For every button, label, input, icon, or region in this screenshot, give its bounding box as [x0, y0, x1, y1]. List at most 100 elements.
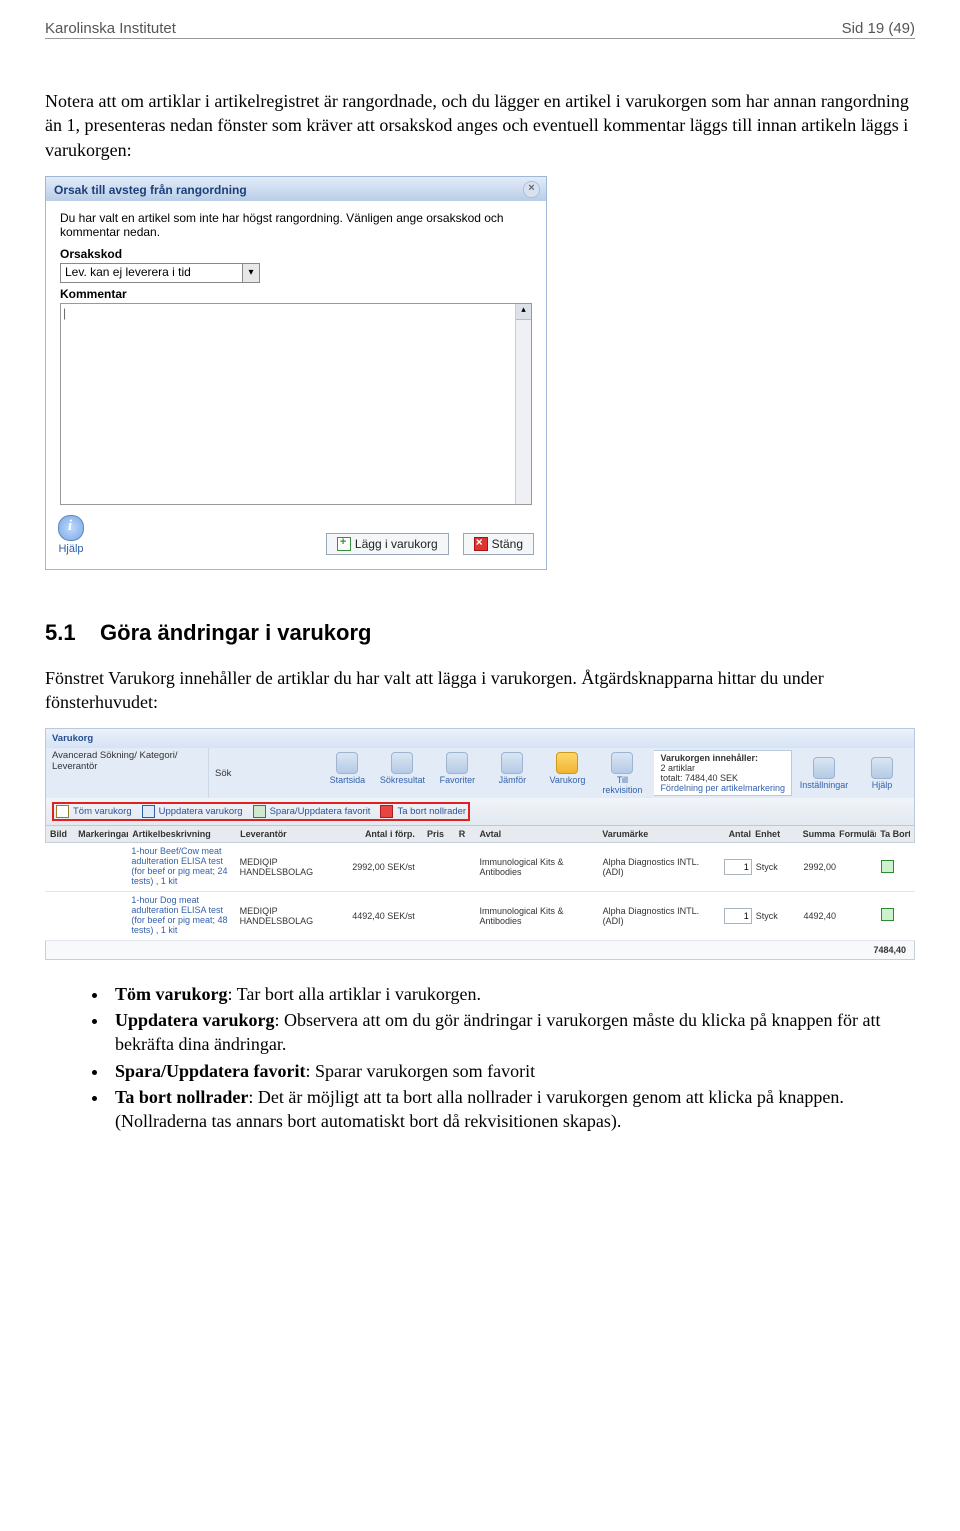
- bc-item[interactable]: Avancerad Sökning: [52, 750, 134, 761]
- nav-favoriter[interactable]: Favoriter: [431, 752, 483, 795]
- nav-icon: [556, 752, 578, 774]
- table-row: 1-hour Beef/Cow meatadulteration ELISA t…: [45, 843, 915, 892]
- nav-installningar[interactable]: Inställningar: [798, 757, 850, 790]
- x-icon: [474, 537, 488, 551]
- refresh-icon: [253, 805, 266, 818]
- dialog-title: Orsak till avsteg från rangordning: [54, 183, 247, 197]
- scroll-up-icon[interactable]: ▴: [516, 304, 531, 320]
- info-icon: [871, 757, 893, 779]
- delete-row-icon[interactable]: [881, 860, 894, 873]
- action-tom[interactable]: Töm varukorg: [56, 805, 132, 818]
- col-form: Formulär: [839, 829, 876, 839]
- cell-af: 2992,00 SEK/st: [350, 862, 423, 872]
- cell-artikel[interactable]: 1-hour Beef/Cow meatadulteration ELISA t…: [131, 847, 235, 887]
- nav-varukorg[interactable]: Varukorg: [541, 752, 593, 795]
- col-lev: Leverantör: [240, 829, 346, 839]
- orsakskod-select[interactable]: Lev. kan ej leverera i tid ▾: [60, 263, 260, 283]
- cell-avtal: Immunological Kits & Antibodies: [479, 906, 598, 926]
- cell-lev: MEDIQIP HANDELSBOLAG: [240, 906, 346, 926]
- close-button[interactable]: Stäng: [463, 533, 534, 555]
- col-art: Artikelbeskrivning: [132, 829, 236, 839]
- nav-sökresultat[interactable]: Sökresultat: [376, 752, 428, 795]
- nav-icon: [611, 752, 633, 774]
- table-row: 1-hour Dog meatadulteration ELISA test(f…: [45, 892, 915, 941]
- summary-head: Varukorgen innehåller:: [660, 753, 785, 763]
- list-item: Spara/Uppdatera favorit: Sparar varukorg…: [109, 1059, 915, 1083]
- col-vm: Varumärke: [602, 829, 713, 839]
- header-right: Sid 19 (49): [842, 20, 915, 37]
- summary-link[interactable]: Fördelning per artikelmarkering: [660, 783, 785, 793]
- nav-icon: [336, 752, 358, 774]
- nav-till rekvisition[interactable]: Till rekvisition: [596, 752, 648, 795]
- help-button[interactable]: Hjälp: [58, 515, 84, 555]
- summary-line: totalt: 7484,40 SEK: [660, 773, 785, 783]
- orsakskod-label: Orsakskod: [60, 247, 532, 261]
- help-label: Hjälp: [58, 543, 84, 555]
- action-favorit[interactable]: Spara/Uppdatera favorit: [253, 805, 371, 818]
- nav-icon: [391, 752, 413, 774]
- close-label: Stäng: [492, 537, 523, 551]
- cell-vm: Alpha Diagnostics INTL. (ADI): [603, 857, 715, 877]
- cell-enhet: Styck: [756, 911, 790, 921]
- intro-paragraph: Notera att om artiklar i artikelregistre…: [45, 89, 915, 162]
- bc-item[interactable]: Leverantör: [52, 761, 97, 772]
- cell-lev: MEDIQIP HANDELSBOLAG: [240, 857, 346, 877]
- nav-jämför[interactable]: Jämför: [486, 752, 538, 795]
- kommentar-textarea[interactable]: | ▴: [60, 303, 532, 505]
- bc-item[interactable]: Kategori: [140, 750, 175, 761]
- nav-icon: [446, 752, 468, 774]
- col-pris: Pris: [427, 829, 455, 839]
- nav-hjalp[interactable]: Hjälp: [856, 757, 908, 790]
- cart-summary: Varukorgen innehåller: 2 artiklar totalt…: [654, 750, 792, 796]
- chevron-down-icon[interactable]: ▾: [242, 264, 259, 282]
- scrollbar[interactable]: ▴: [515, 304, 531, 504]
- action-uppdatera[interactable]: Uppdatera varukorg: [142, 805, 243, 818]
- list-item: Töm varukorg: Tar bort alla artiklar i v…: [109, 982, 915, 1006]
- section-title: Göra ändringar i varukorg: [100, 620, 371, 645]
- qty-input[interactable]: [724, 908, 752, 924]
- dialog-orsak: Orsak till avsteg från rangordning × Du …: [45, 176, 547, 570]
- list-item: Ta bort nollrader: Det är möjligt att ta…: [109, 1085, 915, 1134]
- table-header: Bild Markeringar Artikelbeskrivning Leve…: [45, 826, 915, 843]
- save-icon: [142, 805, 155, 818]
- add-label: Lägg i varukorg: [355, 537, 438, 551]
- delete-row-icon[interactable]: [881, 908, 894, 921]
- col-enhet: Enhet: [755, 829, 788, 839]
- cell-artikel[interactable]: 1-hour Dog meatadulteration ELISA test(f…: [131, 896, 235, 936]
- breadcrumb: Avancerad Sökning/ Kategori/ Leverantör: [52, 750, 202, 772]
- search-button[interactable]: Sök: [215, 768, 231, 779]
- cell-af: 4492,40 SEK/st: [350, 911, 423, 921]
- dialog-titlebar: Orsak till avsteg från rangordning ×: [46, 177, 546, 201]
- add-to-cart-button[interactable]: Lägg i varukorg: [326, 533, 449, 555]
- bullet-list: Töm varukorg: Tar bort alla artiklar i v…: [45, 982, 915, 1134]
- col-avtal: Avtal: [479, 829, 598, 839]
- col-mark: Markeringar: [78, 829, 128, 839]
- text-cursor: |: [63, 306, 66, 320]
- close-icon[interactable]: ×: [523, 181, 540, 198]
- cell-summa: 4492,40: [793, 911, 836, 921]
- varukorg-title: Varukorg: [52, 733, 93, 744]
- col-r: R: [459, 829, 476, 839]
- page-header: Karolinska Institutet Sid 19 (49): [45, 20, 915, 39]
- nav-icon: [501, 752, 523, 774]
- col-bild: Bild: [50, 829, 74, 839]
- action-nollrader[interactable]: Ta bort nollrader: [380, 805, 466, 818]
- col-antal: Antal: [718, 829, 751, 839]
- kommentar-label: Kommentar: [60, 287, 532, 301]
- table-total: 7484,40: [45, 941, 915, 960]
- orsakskod-value: Lev. kan ej leverera i tid: [65, 265, 191, 279]
- col-af: Antal i förp.: [350, 829, 423, 839]
- section-number: 5.1: [45, 620, 76, 645]
- cell-vm: Alpha Diagnostics INTL. (ADI): [603, 906, 715, 926]
- plus-icon: [337, 537, 351, 551]
- nav-startsida[interactable]: Startsida: [321, 752, 373, 795]
- gear-icon: [813, 757, 835, 779]
- delete-icon: [380, 805, 393, 818]
- header-left: Karolinska Institutet: [45, 20, 176, 37]
- cell-summa: 2992,00: [793, 862, 836, 872]
- highlighted-actions: Töm varukorg Uppdatera varukorg Spara/Up…: [52, 802, 470, 821]
- section-heading: 5.1 Göra ändringar i varukorg: [45, 620, 915, 646]
- search-label: Sök: [215, 768, 231, 779]
- list-item: Uppdatera varukorg: Observera att om du …: [109, 1008, 915, 1057]
- qty-input[interactable]: [724, 859, 752, 875]
